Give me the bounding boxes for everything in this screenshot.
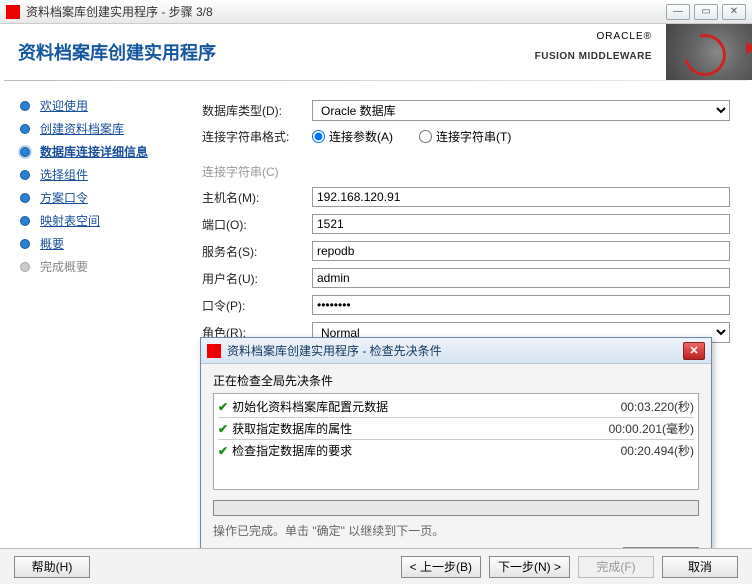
- port-label: 端口(O):: [202, 216, 312, 233]
- check-icon: ✔: [218, 400, 228, 414]
- next-button[interactable]: 下一步(N) >: [489, 556, 570, 578]
- service-input[interactable]: [312, 241, 730, 261]
- step-db-connection[interactable]: 数据库连接详细信息: [20, 143, 182, 160]
- header: 资料档案库创建实用程序 ORACLE® FUSION MIDDLEWARE: [0, 24, 752, 80]
- dialog-close-button[interactable]: ✕: [683, 342, 705, 360]
- brand-swirl-icon: [666, 24, 752, 80]
- list-item: ✔检查指定数据库的要求00:20.494(秒): [218, 440, 694, 461]
- main-panel: 数据库类型(D): Oracle 数据库 连接字符串格式: 连接参数(A) 连接…: [190, 81, 752, 549]
- brand-block: ORACLE® FUSION MIDDLEWARE: [535, 30, 652, 62]
- oracle-logo: ORACLE®: [535, 30, 652, 51]
- radio-conn-string-input[interactable]: [419, 130, 432, 143]
- wizard-sidebar: 欢迎使用 创建资料档案库 数据库连接详细信息 选择组件 方案口令 映射表空间 概…: [0, 81, 190, 549]
- db-type-select[interactable]: Oracle 数据库: [312, 100, 730, 121]
- radio-conn-params-input[interactable]: [312, 130, 325, 143]
- username-input[interactable]: [312, 268, 730, 288]
- help-button[interactable]: 帮助(H): [14, 556, 90, 578]
- host-input[interactable]: [312, 187, 730, 207]
- brand-subtitle: FUSION MIDDLEWARE: [535, 51, 652, 62]
- port-input[interactable]: [312, 214, 730, 234]
- close-button[interactable]: ✕: [722, 4, 746, 20]
- back-button[interactable]: < 上一步(B): [401, 556, 481, 578]
- radio-conn-string[interactable]: 连接字符串(T): [419, 128, 511, 145]
- app-icon: [6, 5, 20, 19]
- window-titlebar: 资料档案库创建实用程序 - 步骤 3/8 — ▭ ✕: [0, 0, 752, 24]
- dialog-hint: 操作已完成。单击 "确定" 以继续到下一页。: [213, 522, 699, 539]
- service-label: 服务名(S):: [202, 243, 312, 260]
- prereq-dialog: 资料档案库创建实用程序 - 检查先决条件 ✕ 正在检查全局先决条件 ✔初始化资料…: [200, 337, 712, 580]
- check-icon: ✔: [218, 444, 228, 458]
- maximize-button[interactable]: ▭: [694, 4, 718, 20]
- window-title: 资料档案库创建实用程序 - 步骤 3/8: [26, 3, 662, 20]
- wizard-footer: 帮助(H) < 上一步(B) 下一步(N) > 完成(F) 取消: [0, 548, 752, 584]
- conn-string-label: 连接字符串(C): [202, 163, 312, 180]
- radio-conn-params[interactable]: 连接参数(A): [312, 128, 393, 145]
- dialog-titlebar: 资料档案库创建实用程序 - 检查先决条件 ✕: [201, 338, 711, 364]
- dialog-title: 资料档案库创建实用程序 - 检查先决条件: [227, 342, 683, 359]
- password-label: 口令(P):: [202, 297, 312, 314]
- dialog-caption: 正在检查全局先决条件: [213, 372, 699, 389]
- step-completion: 完成概要: [20, 258, 182, 275]
- finish-button: 完成(F): [578, 556, 654, 578]
- minimize-button[interactable]: —: [666, 4, 690, 20]
- step-schema-password[interactable]: 方案口令: [20, 189, 182, 206]
- progress-bar: [213, 500, 699, 516]
- host-label: 主机名(M):: [202, 189, 312, 206]
- prereq-check-list: ✔初始化资料档案库配置元数据00:03.220(秒) ✔获取指定数据库的属性00…: [213, 393, 699, 490]
- dialog-app-icon: [207, 344, 221, 358]
- check-icon: ✔: [218, 422, 228, 436]
- list-item: ✔初始化资料档案库配置元数据00:03.220(秒): [218, 396, 694, 418]
- username-label: 用户名(U):: [202, 270, 312, 287]
- page-title: 资料档案库创建实用程序: [18, 39, 216, 65]
- step-select-components[interactable]: 选择组件: [20, 166, 182, 183]
- step-create-repo[interactable]: 创建资料档案库: [20, 120, 182, 137]
- step-welcome[interactable]: 欢迎使用: [20, 97, 182, 114]
- list-item: ✔获取指定数据库的属性00:00.201(毫秒): [218, 418, 694, 440]
- password-input[interactable]: [312, 295, 730, 315]
- step-summary[interactable]: 概要: [20, 235, 182, 252]
- step-map-tablespaces[interactable]: 映射表空间: [20, 212, 182, 229]
- conn-format-label: 连接字符串格式:: [202, 128, 312, 145]
- db-type-label: 数据库类型(D):: [202, 102, 312, 119]
- cancel-button[interactable]: 取消: [662, 556, 738, 578]
- conn-format-radios: 连接参数(A) 连接字符串(T): [312, 128, 511, 145]
